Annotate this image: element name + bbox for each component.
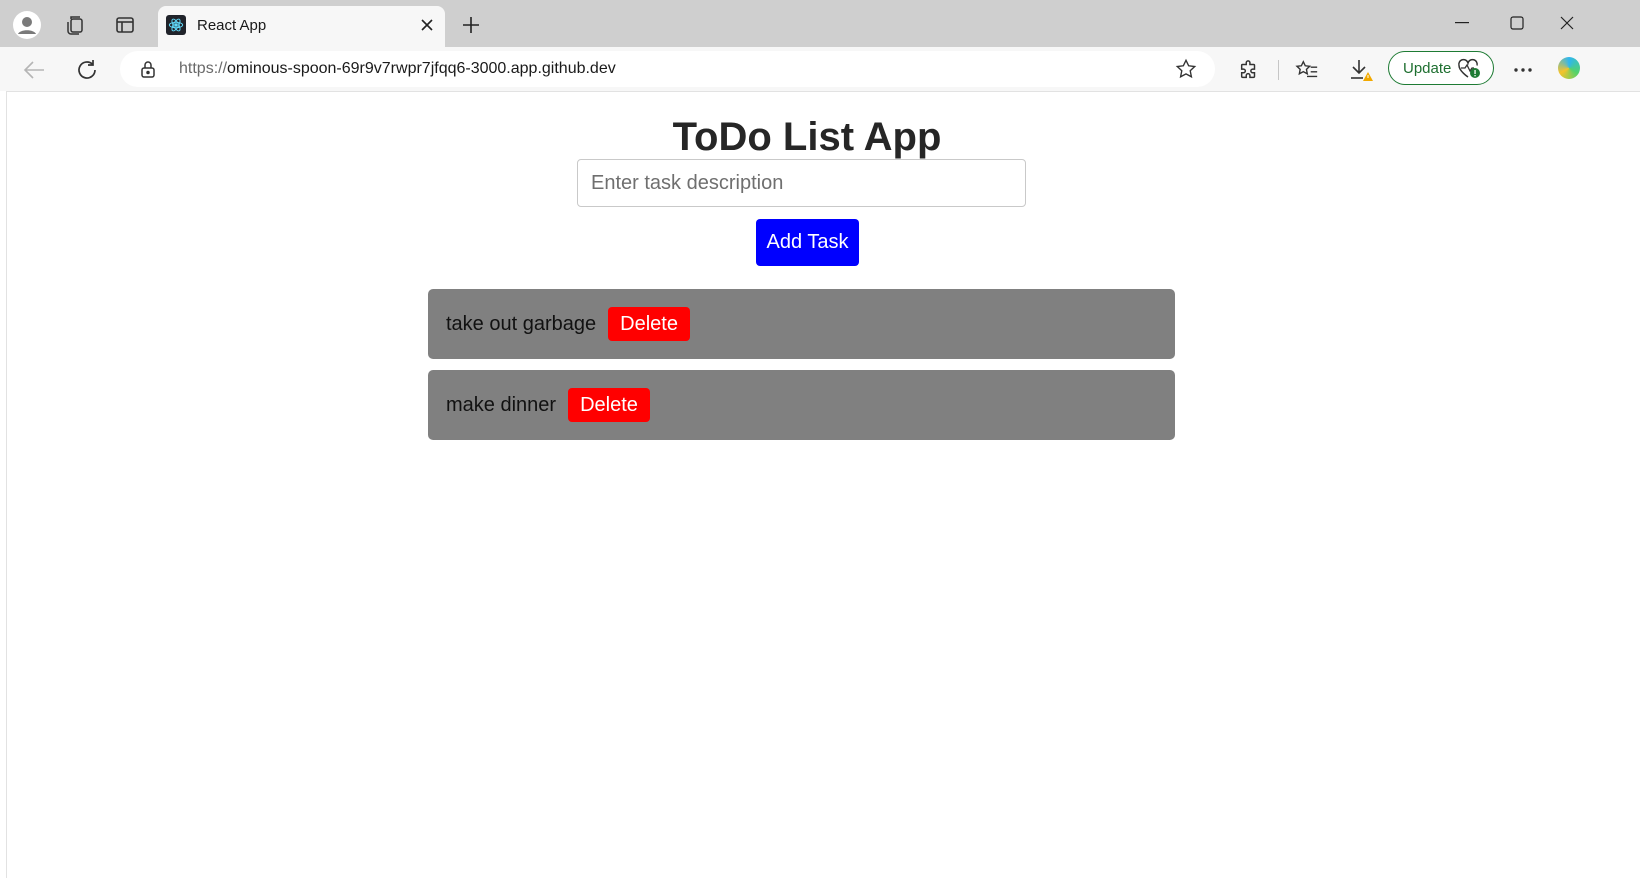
browser-tab-strip: React App — [0, 0, 1640, 47]
favorite-star-icon[interactable] — [1175, 58, 1197, 85]
active-tab[interactable]: React App — [158, 6, 445, 47]
vertical-tabs-icon[interactable] — [110, 10, 140, 40]
url-host: ominous-spoon-69r9v7rwpr7jfqq6-3000.app.… — [227, 60, 616, 77]
minimize-icon[interactable] — [1442, 8, 1482, 38]
task-list: take out garbage Delete make dinner Dele… — [428, 289, 1175, 451]
extensions-puzzle-icon[interactable] — [1233, 54, 1265, 86]
url-scheme: https:// — [179, 60, 228, 77]
workspaces-icon[interactable] — [60, 10, 90, 40]
lock-icon[interactable] — [140, 60, 156, 83]
page-viewport: ToDo List App Add Task take out garbage … — [6, 91, 1640, 878]
task-description-input[interactable] — [577, 159, 1026, 207]
delete-task-button[interactable]: Delete — [608, 307, 690, 341]
address-bar[interactable]: https://ominous-spoon-69r9v7rwpr7jfqq6-3… — [120, 51, 1215, 87]
page-title: ToDo List App — [672, 115, 942, 159]
toolbar-separator — [1278, 60, 1279, 80]
more-options-icon[interactable] — [1507, 54, 1539, 86]
browser-toolbar: https://ominous-spoon-69r9v7rwpr7jfqq6-3… — [0, 47, 1640, 91]
back-arrow-icon[interactable] — [18, 54, 50, 86]
favorites-list-icon[interactable] — [1291, 54, 1323, 86]
react-logo-icon — [166, 15, 186, 35]
downloads-icon[interactable] — [1345, 54, 1377, 86]
maximize-icon[interactable] — [1497, 8, 1537, 38]
task-item: make dinner Delete — [428, 370, 1175, 440]
new-tab-plus-icon[interactable] — [456, 10, 486, 40]
task-item: take out garbage Delete — [428, 289, 1175, 359]
update-button-label: Update — [1403, 59, 1452, 77]
tab-close-icon[interactable] — [415, 13, 439, 37]
profile-icon[interactable] — [12, 10, 42, 40]
close-window-icon[interactable] — [1552, 8, 1582, 38]
tab-title: React App — [197, 17, 267, 34]
copilot-logo-icon[interactable] — [1558, 57, 1580, 79]
add-task-button[interactable]: Add Task — [756, 219, 859, 266]
url-text: https://ominous-spoon-69r9v7rwpr7jfqq6-3… — [179, 60, 616, 78]
task-text: take out garbage — [446, 312, 597, 335]
health-heart-icon — [1457, 58, 1481, 85]
delete-task-button[interactable]: Delete — [568, 388, 650, 422]
refresh-icon[interactable] — [71, 54, 103, 86]
task-text: make dinner — [446, 393, 557, 416]
update-button[interactable]: Update — [1388, 51, 1494, 85]
